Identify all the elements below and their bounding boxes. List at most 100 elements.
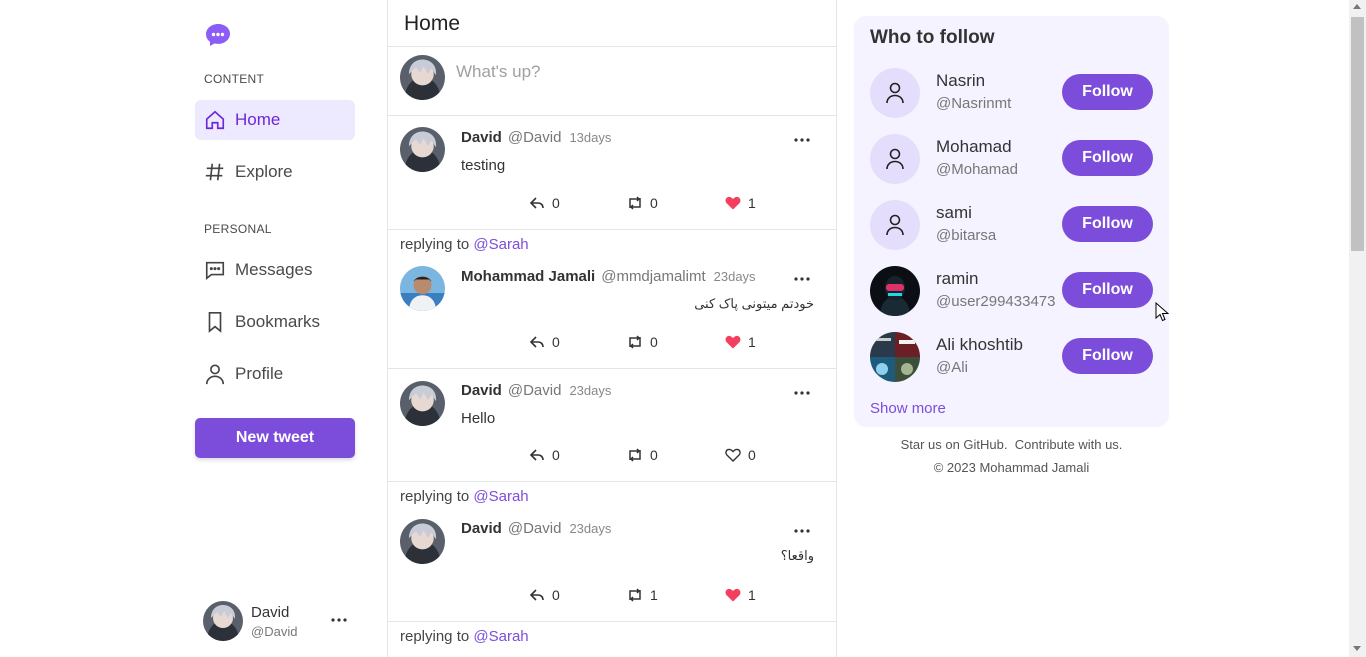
more-icon[interactable] — [793, 135, 811, 145]
follow-suggestion[interactable]: Nasrin @Nasrinmt Follow — [870, 68, 1153, 120]
avatar[interactable] — [400, 519, 445, 564]
avatar[interactable] — [400, 266, 445, 311]
copyright: © 2023 Mohammad Jamali — [933, 460, 1090, 475]
show-more-link[interactable]: Show more — [870, 400, 946, 417]
current-user-name: David — [251, 603, 290, 621]
new-tweet-button[interactable]: New tweet — [195, 418, 355, 458]
retweet-icon — [626, 194, 644, 212]
avatar — [203, 601, 243, 641]
message-icon — [204, 259, 226, 281]
sidebar-item-bookmarks[interactable]: Bookmarks — [195, 302, 355, 342]
replying-to-link[interactable]: @Sarah — [473, 628, 528, 645]
tweet[interactable]: replying to @Sarah — [388, 622, 836, 657]
avatar[interactable] — [400, 381, 445, 426]
like-button[interactable]: 0 — [724, 446, 756, 464]
follow-button[interactable]: Follow — [1062, 272, 1153, 308]
follow-name[interactable]: Ali khoshtib — [936, 335, 1023, 355]
follow-name[interactable]: ramin — [936, 269, 979, 289]
reply-button[interactable]: 0 — [528, 333, 560, 351]
sidebar-item-label: Bookmarks — [235, 312, 321, 331]
contribute-link[interactable]: Contribute with us. — [1015, 437, 1123, 452]
sidebar-item-label: Messages — [235, 260, 313, 279]
sidebar-item-messages[interactable]: Messages — [195, 250, 355, 290]
content-section-label: CONTENT — [204, 72, 265, 86]
avatar[interactable] — [870, 200, 920, 250]
sidebar-item-home[interactable]: Home — [195, 100, 355, 140]
compose-box[interactable]: What's up? — [388, 47, 836, 116]
bookmark-icon — [204, 311, 226, 333]
follow-button[interactable]: Follow — [1062, 338, 1153, 374]
like-button[interactable]: 1 — [724, 586, 756, 604]
sidebar-item-label: Profile — [235, 364, 284, 383]
like-button[interactable]: 1 — [724, 194, 756, 212]
scroll-down-arrow-icon[interactable] — [1353, 646, 1361, 651]
follow-suggestion[interactable]: Mohamad @Mohamad Follow — [870, 134, 1153, 186]
reply-icon — [528, 333, 546, 351]
scrollbar-thumb[interactable] — [1351, 17, 1364, 251]
tweet-author-name[interactable]: David — [461, 382, 502, 399]
scroll-up-arrow-icon[interactable] — [1353, 4, 1361, 9]
tweet[interactable]: replying to @Sarah David @David 23days و… — [388, 482, 836, 622]
like-count: 0 — [748, 447, 756, 463]
replying-to-link[interactable]: @Sarah — [473, 236, 528, 253]
reply-button[interactable]: 0 — [528, 194, 560, 212]
retweet-count: 1 — [650, 587, 658, 603]
like-button[interactable]: 1 — [724, 333, 756, 351]
avatar[interactable] — [400, 127, 445, 172]
follow-name[interactable]: sami — [936, 203, 972, 223]
tweet-time: 13days — [569, 130, 612, 145]
tweet[interactable]: David @David 23days Hello 0 0 0 — [388, 369, 836, 482]
tweet[interactable]: David @David 13days testing 0 0 1 — [388, 116, 836, 230]
avatar — [400, 55, 445, 100]
tweet-text: خودتم میتونی پاک کنی — [694, 296, 814, 311]
reply-count: 0 — [552, 447, 560, 463]
logo-icon[interactable] — [205, 23, 231, 47]
follow-suggestion[interactable]: Ali khoshtib @Ali Follow — [870, 332, 1153, 384]
retweet-button[interactable]: 0 — [626, 446, 658, 464]
compose-input[interactable]: What's up? — [456, 62, 541, 82]
github-star-link[interactable]: Star us on GitHub. — [901, 437, 1008, 452]
scrollbar[interactable] — [1349, 0, 1366, 657]
follow-name[interactable]: Mohamad — [936, 137, 1012, 157]
more-icon[interactable] — [330, 612, 348, 628]
retweet-count: 0 — [650, 195, 658, 211]
tweet[interactable]: replying to @Sarah Mohammad Jamali @mmdj… — [388, 230, 836, 369]
follow-button[interactable]: Follow — [1062, 206, 1153, 242]
sidebar-item-label: Explore — [235, 162, 293, 181]
retweet-button[interactable]: 0 — [626, 194, 658, 212]
replying-to-link[interactable]: @Sarah — [473, 488, 528, 505]
tweet-author-handle: @David — [507, 520, 562, 537]
tweet-author-name[interactable]: David — [461, 129, 502, 146]
follow-button[interactable]: Follow — [1062, 140, 1153, 176]
avatar[interactable] — [870, 134, 920, 184]
reply-button[interactable]: 0 — [528, 586, 560, 604]
tweet-author-name[interactable]: David — [461, 520, 502, 537]
retweet-button[interactable]: 1 — [626, 586, 658, 604]
sidebar-item-profile[interactable]: Profile — [195, 354, 355, 394]
like-count: 1 — [748, 587, 756, 603]
follow-suggestion[interactable]: ramin @user299433473 Follow — [870, 266, 1153, 318]
follow-button[interactable]: Follow — [1062, 74, 1153, 110]
heart-outline-icon — [724, 446, 742, 464]
replying-to: replying to @Sarah — [400, 628, 529, 645]
sidebar-item-explore[interactable]: Explore — [195, 152, 355, 192]
more-icon[interactable] — [793, 526, 811, 536]
avatar[interactable] — [870, 332, 920, 382]
retweet-button[interactable]: 0 — [626, 333, 658, 351]
user-icon — [886, 82, 904, 104]
who-to-follow-panel: Who to follow Nasrin @Nasrinmt Follow Mo… — [854, 16, 1169, 427]
avatar[interactable] — [870, 68, 920, 118]
reply-button[interactable]: 0 — [528, 446, 560, 464]
follow-name[interactable]: Nasrin — [936, 71, 985, 91]
reply-count: 0 — [552, 587, 560, 603]
tweet-text: واقعا؟ — [780, 548, 814, 563]
follow-suggestion[interactable]: sami @bitarsa Follow — [870, 200, 1153, 252]
retweet-count: 0 — [650, 447, 658, 463]
more-icon[interactable] — [793, 388, 811, 398]
tweet-author-name[interactable]: Mohammad Jamali — [461, 268, 595, 285]
who-to-follow-title: Who to follow — [870, 27, 995, 48]
current-user-handle: @David — [251, 623, 298, 639]
more-icon[interactable] — [793, 274, 811, 284]
current-user[interactable]: David @David — [203, 601, 297, 641]
avatar[interactable] — [870, 266, 920, 316]
